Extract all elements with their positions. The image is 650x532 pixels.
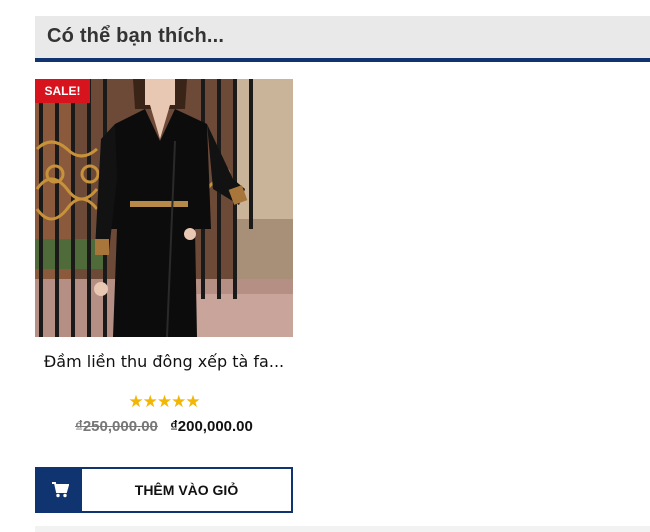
old-price: ₫250,000.00 [75,418,158,435]
product-photo-illustration [35,79,293,337]
price-block: ₫250,000.00 ₫200,000.00 [35,418,293,435]
section-header: Có thể bạn thích... [35,16,650,62]
section-title: Có thể bạn thích... [47,25,225,47]
add-to-cart-button[interactable]: THÊM VÀO GIỎ [35,467,293,513]
cart-icon-glyph [51,482,69,498]
sale-badge: SALE! [35,79,90,103]
sale-price: ₫200,000.00 [170,418,253,435]
add-to-cart-label: THÊM VÀO GIỎ [134,482,239,498]
star-rating: ★★★★★ [128,392,200,411]
bottom-divider [35,526,650,532]
cart-icon [37,469,82,511]
product-image[interactable]: SALE! [35,79,293,337]
product-card[interactable]: SALE! Đầm liền thu đông xếp tà fa... ★★★… [35,79,293,513]
product-name[interactable]: Đầm liền thu đông xếp tà fa... [35,352,293,371]
